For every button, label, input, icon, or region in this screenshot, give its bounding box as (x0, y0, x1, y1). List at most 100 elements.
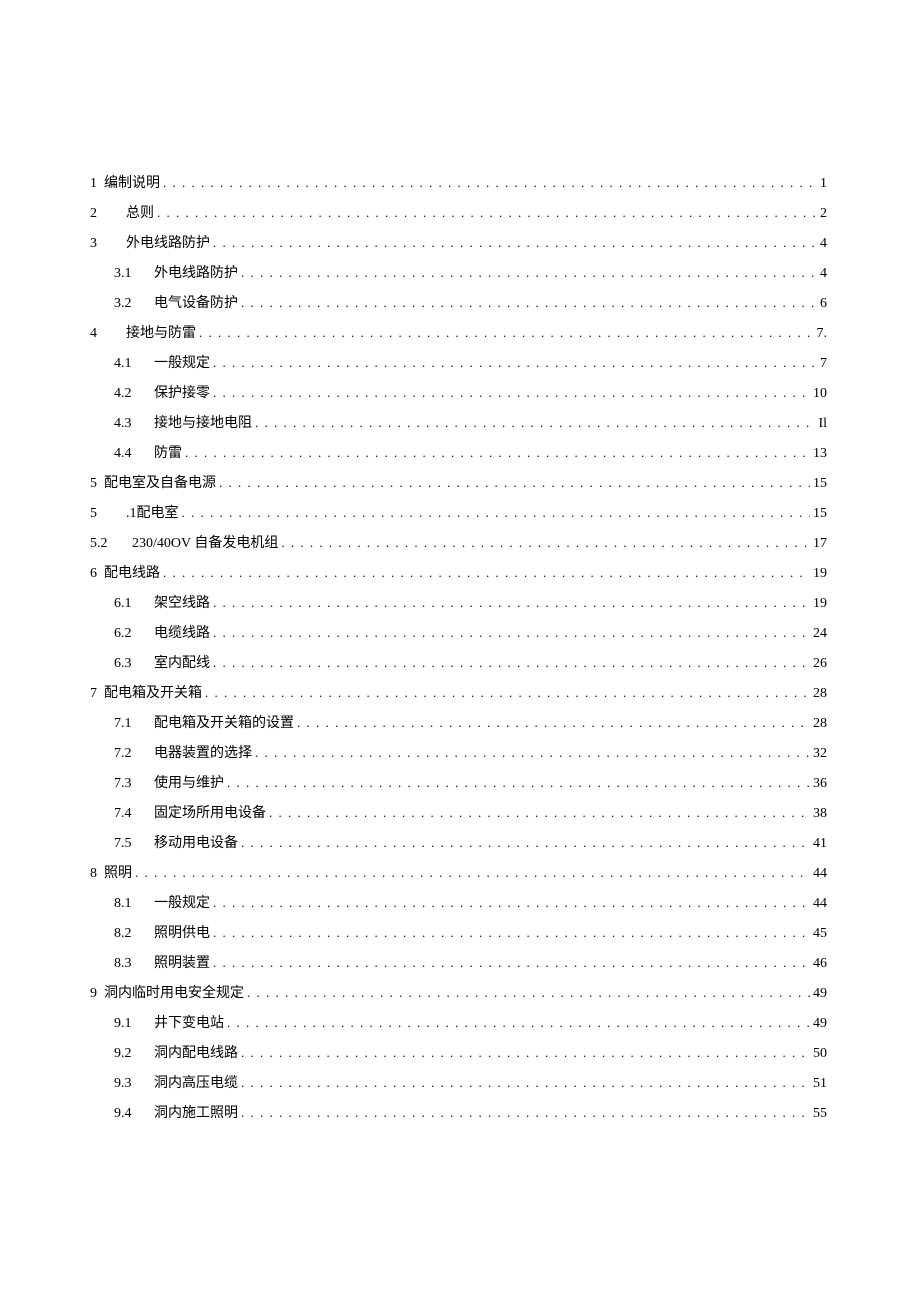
toc-title: 使用与维护 (154, 776, 224, 791)
toc-entry: 7.2电器装置的选择32 (90, 742, 827, 762)
toc-entry: 3外电线路防护4 (90, 232, 827, 252)
toc-number: 5.2 (90, 536, 132, 552)
toc-number: 9.3 (114, 1076, 140, 1092)
toc-title: 室内配线 (154, 656, 210, 671)
toc-leader-dots (205, 685, 810, 701)
toc-page: 49 (813, 1016, 827, 1032)
toc-entry: 2总则2 (90, 202, 827, 222)
toc-entry: 5.2230/40OV 自备发电机组 17 (90, 532, 827, 552)
toc-leader-dots (241, 835, 810, 851)
toc-text: 6.3 室内配线 (114, 652, 210, 672)
toc-page: 55 (813, 1106, 827, 1122)
toc-leader-dots (219, 475, 810, 491)
toc-entry: 7.3使用与维护36 (90, 772, 827, 792)
toc-leader-dots (241, 265, 817, 281)
toc-title: 电气设备防护 (154, 296, 238, 311)
toc-title: 洞内配电线路 (154, 1046, 238, 1061)
toc-entry: 6配电线路 19 (90, 562, 827, 582)
toc-leader-dots (227, 775, 810, 791)
toc-title: 配电室及自备电源 (104, 476, 216, 491)
toc-page: 19 (813, 566, 827, 582)
toc-number: 3 (90, 236, 118, 252)
toc-number: 7.1 (114, 716, 140, 732)
toc-title: 防雷 (154, 446, 182, 461)
toc-text: 4.4防雷 (114, 442, 182, 462)
toc-number: 4.2 (114, 386, 140, 402)
toc-page: 13 (813, 446, 827, 462)
toc-text: 7.1 配电箱及开关箱的设置 (114, 712, 294, 732)
toc-page: 24 (813, 626, 827, 642)
toc-page: 4 (820, 266, 827, 282)
toc-entry: 4.1一般规定7 (90, 352, 827, 372)
toc-title: 外电线路防护 (154, 266, 238, 281)
table-of-contents: 1编制说明12总则23外电线路防护43.1外电线路防护43.2电气设备防护64接… (90, 172, 827, 1122)
toc-title: 配电箱及开关箱 (104, 686, 202, 701)
toc-page: 41 (813, 836, 827, 852)
toc-text: 7.5移动用电设备 (114, 832, 238, 852)
toc-page: 36 (813, 776, 827, 792)
toc-title: 一般规定 (154, 356, 210, 371)
toc-leader-dots (241, 1105, 810, 1121)
toc-leader-dots (213, 655, 810, 671)
toc-title: 配电箱及开关箱的设置 (154, 716, 294, 731)
toc-page: 15 (813, 506, 827, 522)
toc-title: 总则 (126, 206, 154, 221)
toc-text: 8照明 (90, 862, 132, 882)
toc-number: 8.2 (114, 926, 140, 942)
toc-entry: 9.4洞内施工照明55 (90, 1102, 827, 1122)
toc-entry: 3.1 外电线路防护 4 (90, 262, 827, 282)
toc-entry: 9.2洞内配电线路50 (90, 1042, 827, 1062)
toc-title: 接地与防雷 (126, 326, 196, 341)
toc-leader-dots (213, 385, 810, 401)
toc-page: 45 (813, 926, 827, 942)
toc-number: 6.3 (114, 656, 140, 672)
toc-page: 38 (813, 806, 827, 822)
toc-entry: 8.3照明装置46 (90, 952, 827, 972)
toc-entry: 5.1配电室 15 (90, 502, 827, 522)
toc-text: 5.1配电室 (90, 502, 179, 522)
toc-title: .1配电室 (126, 506, 179, 521)
toc-page: 50 (813, 1046, 827, 1062)
toc-number: 3.1 (114, 266, 140, 282)
toc-page: 19 (813, 596, 827, 612)
toc-title: 电缆线路 (154, 626, 210, 641)
toc-leader-dots (227, 1015, 810, 1031)
toc-text: 5.2230/40OV 自备发电机组 (90, 532, 278, 552)
toc-page: 17 (813, 536, 827, 552)
toc-leader-dots (213, 595, 810, 611)
toc-leader-dots (269, 805, 810, 821)
toc-leader-dots (297, 715, 810, 731)
toc-text: 3.2电气设备防护 (114, 292, 238, 312)
toc-text: 2总则 (90, 202, 154, 222)
toc-text: 4.2保护接零 (114, 382, 210, 402)
toc-leader-dots (255, 745, 810, 761)
toc-number: 4.3 (114, 416, 140, 432)
toc-leader-dots (199, 325, 814, 341)
toc-text: 6配电线路 (90, 562, 160, 582)
toc-number: 1 (90, 176, 102, 192)
toc-entry: 1编制说明1 (90, 172, 827, 192)
toc-title: 230/40OV 自备发电机组 (132, 536, 278, 551)
toc-text: 8.3照明装置 (114, 952, 210, 972)
toc-entry: 4.2保护接零10 (90, 382, 827, 402)
toc-title: 洞内施工照明 (154, 1106, 238, 1121)
toc-text: 7配电箱及开关箱 (90, 682, 202, 702)
toc-page: 26 (813, 656, 827, 672)
toc-text: 1编制说明 (90, 172, 160, 192)
toc-number: 7 (90, 686, 102, 702)
toc-title: 接地与接地电阻 (154, 416, 252, 431)
toc-page: 49 (813, 986, 827, 1002)
toc-entry: 6.1架空线路 19 (90, 592, 827, 612)
toc-title: 井下变电站 (154, 1016, 224, 1031)
toc-entry: 7.1配电箱及开关箱的设置28 (90, 712, 827, 732)
toc-text: 6.1架空线路 (114, 592, 210, 612)
toc-title: 照明供电 (154, 926, 210, 941)
toc-text: 9.3洞内高压电缆 (114, 1072, 238, 1092)
toc-page: 51 (813, 1076, 827, 1092)
toc-number: 7.5 (114, 836, 140, 852)
toc-number: 9.1 (114, 1016, 140, 1032)
toc-leader-dots (213, 355, 817, 371)
toc-text: 3.1 外电线路防护 (114, 262, 238, 282)
toc-page: 44 (813, 866, 827, 882)
toc-page: 1 (820, 176, 827, 192)
